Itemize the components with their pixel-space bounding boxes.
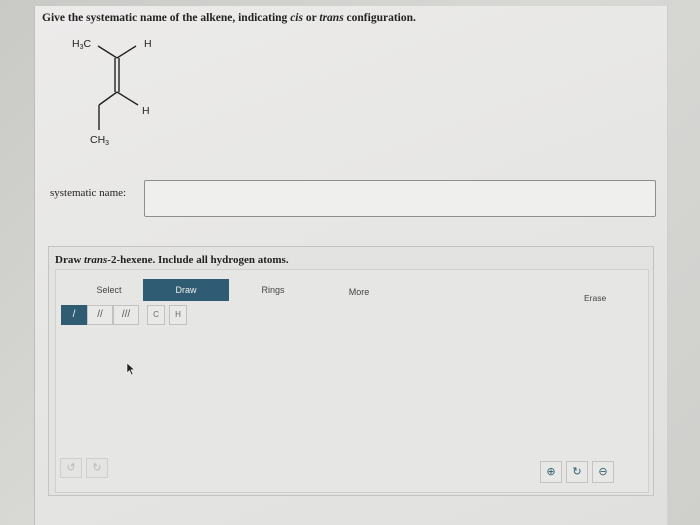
tab-select[interactable]: Select xyxy=(79,279,139,301)
bond-h3c-c1 xyxy=(97,45,118,59)
tab-rings[interactable]: Rings xyxy=(245,279,301,301)
single-bond-tool[interactable]: / xyxy=(61,305,87,325)
alkene-structure: H3C H H CH3 xyxy=(72,38,152,147)
question-trans: trans xyxy=(319,12,344,24)
triple-bond-tool[interactable]: /// xyxy=(113,305,139,325)
systematic-name-input[interactable] xyxy=(144,180,656,217)
double-bond-tool[interactable]: // xyxy=(87,305,113,325)
question-suffix: configuration. xyxy=(343,12,416,24)
draw-prompt-italic: trans xyxy=(84,254,108,266)
erase-button[interactable]: Erase xyxy=(584,293,606,303)
bond-c1-h xyxy=(116,45,137,59)
question-prefix: Give the systematic name of the alkene, … xyxy=(42,12,291,24)
bond-c2-h xyxy=(116,91,139,106)
label-h-top: H xyxy=(144,38,152,50)
zoom-controls: ⊕ ↻ ⊖ xyxy=(540,461,622,483)
carbon-atom-tool[interactable]: C xyxy=(147,305,165,325)
undo-redo-group: ↺ ↻ xyxy=(60,458,126,478)
hydrogen-atom-tool[interactable]: H xyxy=(169,305,187,325)
zoom-out-icon[interactable]: ⊖ xyxy=(592,461,614,483)
question-or: or xyxy=(302,12,320,24)
question-text: Give the systematic name of the alkene, … xyxy=(42,12,416,24)
tab-draw[interactable]: Draw xyxy=(143,279,229,301)
question-cis: cis xyxy=(290,12,303,24)
redo-icon[interactable]: ↻ xyxy=(86,458,108,478)
zoom-in-icon[interactable]: ⊕ xyxy=(540,461,562,483)
drawing-panel: Draw trans-2-hexene. Include all hydroge… xyxy=(48,246,654,496)
systematic-name-label: systematic name: xyxy=(50,187,127,199)
undo-icon[interactable]: ↺ xyxy=(60,458,82,478)
draw-prompt: Draw trans-2-hexene. Include all hydroge… xyxy=(55,254,289,266)
mouse-cursor-icon xyxy=(126,362,136,376)
bond-c2-ch2 xyxy=(98,91,118,106)
draw-prompt-suffix: -2-hexene. Include all hydrogen atoms. xyxy=(107,254,289,266)
tab-more[interactable]: More xyxy=(331,281,387,303)
label-h3c: H3C xyxy=(72,38,92,51)
draw-prompt-prefix: Draw xyxy=(55,254,85,266)
label-h-right: H xyxy=(142,105,150,117)
reset-view-icon[interactable]: ↻ xyxy=(566,461,588,483)
label-ch3: CH3 xyxy=(90,134,109,147)
